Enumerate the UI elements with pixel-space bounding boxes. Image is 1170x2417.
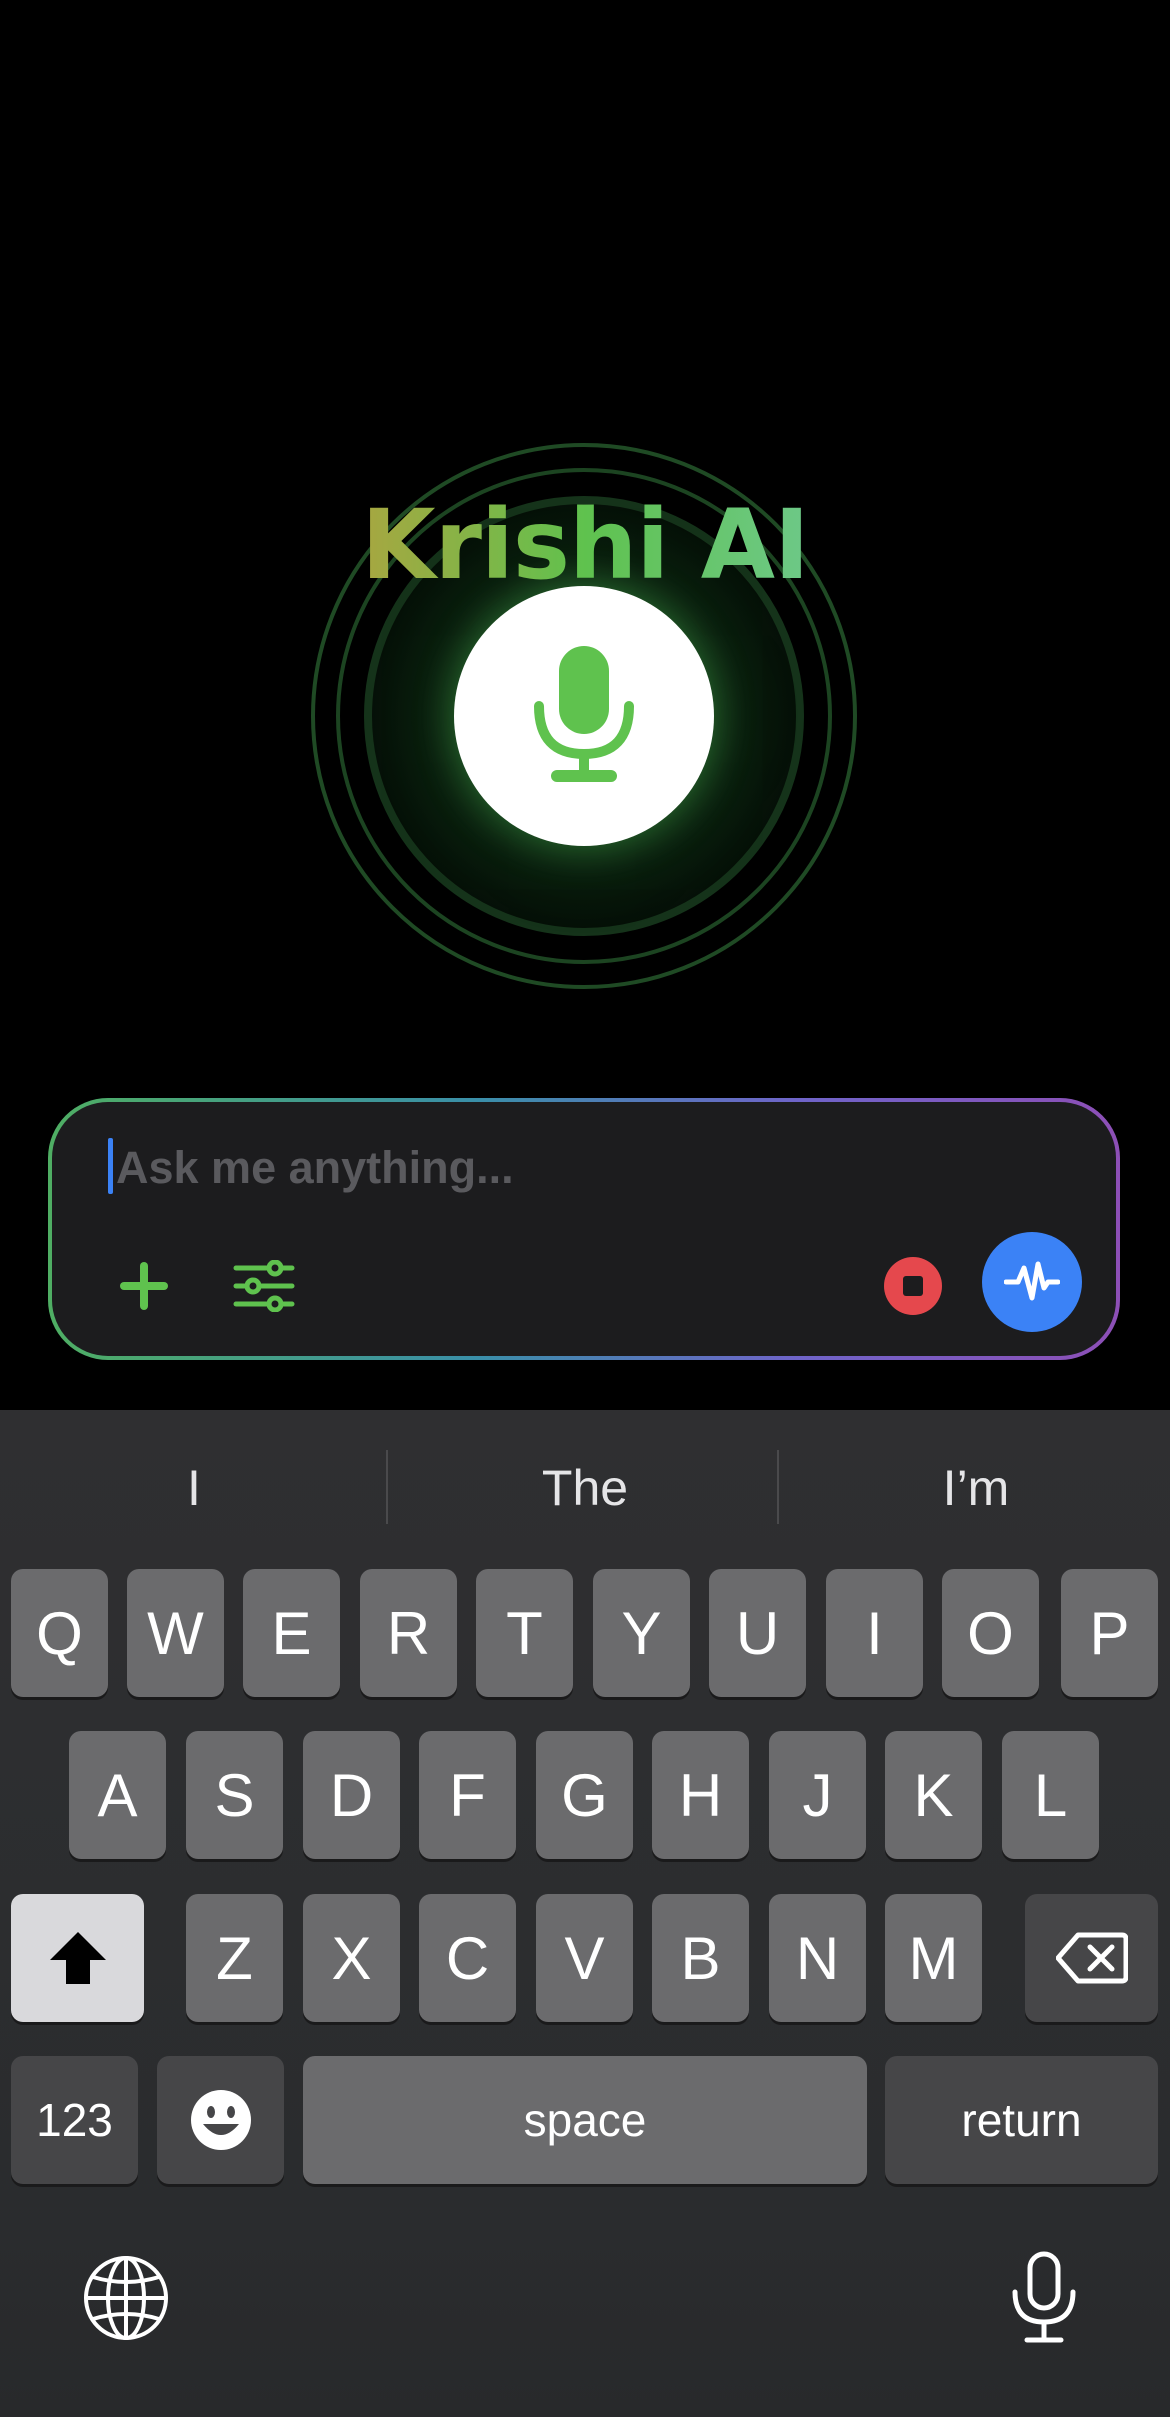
suggestion-item[interactable]: I’m xyxy=(782,1446,1170,1530)
suggestion-bar: I The I’m xyxy=(0,1410,1170,1564)
shift-key[interactable] xyxy=(11,1894,144,2022)
numbers-key[interactable]: 123 xyxy=(11,2056,138,2184)
suggestion-item[interactable]: I xyxy=(0,1446,388,1530)
key-j[interactable]: J xyxy=(769,1731,866,1859)
waveform-icon xyxy=(1004,1261,1060,1301)
key-w[interactable]: W xyxy=(127,1569,224,1697)
key-m[interactable]: M xyxy=(885,1894,982,2022)
key-f[interactable]: F xyxy=(419,1731,516,1859)
sliders-icon xyxy=(233,1260,295,1312)
return-key[interactable]: return xyxy=(885,2056,1158,2184)
voice-mic-button[interactable] xyxy=(454,586,714,846)
key-c[interactable]: C xyxy=(419,1894,516,2022)
key-i[interactable]: I xyxy=(826,1569,923,1697)
suggestion-divider xyxy=(777,1450,779,1524)
key-x[interactable]: X xyxy=(303,1894,400,2022)
dictation-button[interactable] xyxy=(1000,2246,1088,2350)
onscreen-keyboard: I The I’m Q W E R T Y U I O P A S D F G … xyxy=(0,1410,1170,2417)
key-s[interactable]: S xyxy=(186,1731,283,1859)
key-e[interactable]: E xyxy=(243,1569,340,1697)
emoji-icon xyxy=(190,2090,251,2150)
app-title: Krishi AI xyxy=(0,490,1170,600)
emoji-key[interactable] xyxy=(157,2056,284,2184)
text-caret xyxy=(108,1138,113,1194)
key-p[interactable]: P xyxy=(1061,1569,1158,1697)
voice-mode-button[interactable] xyxy=(982,1232,1082,1332)
space-key[interactable]: space xyxy=(303,2056,867,2184)
settings-button[interactable] xyxy=(228,1252,300,1320)
key-g[interactable]: G xyxy=(536,1731,633,1859)
add-attachment-button[interactable] xyxy=(112,1254,176,1318)
stop-icon xyxy=(903,1276,923,1296)
key-d[interactable]: D xyxy=(303,1731,400,1859)
key-u[interactable]: U xyxy=(709,1569,806,1697)
key-o[interactable]: O xyxy=(942,1569,1039,1697)
microphone-icon xyxy=(534,646,634,782)
globe-icon xyxy=(84,2256,168,2340)
prompt-input[interactable]: Ask me anything... xyxy=(52,1102,1116,1356)
key-h[interactable]: H xyxy=(652,1731,749,1859)
key-k[interactable]: K xyxy=(885,1731,982,1859)
key-z[interactable]: Z xyxy=(186,1894,283,2022)
key-y[interactable]: Y xyxy=(593,1569,690,1697)
key-l[interactable]: L xyxy=(1002,1731,1099,1859)
shift-icon xyxy=(49,1932,106,1984)
app-screen: Krishi AI Ask me anything... I The I’m Q… xyxy=(0,0,1170,2417)
key-t[interactable]: T xyxy=(476,1569,573,1697)
key-b[interactable]: B xyxy=(652,1894,749,2022)
key-n[interactable]: N xyxy=(769,1894,866,2022)
key-a[interactable]: A xyxy=(69,1731,166,1859)
key-v[interactable]: V xyxy=(536,1894,633,2022)
key-q[interactable]: Q xyxy=(11,1569,108,1697)
microphone-icon xyxy=(1012,2251,1076,2343)
plus-icon xyxy=(120,1262,168,1310)
delete-icon xyxy=(1055,1932,1128,1984)
globe-button[interactable] xyxy=(78,2250,174,2346)
key-r[interactable]: R xyxy=(360,1569,457,1697)
stop-button[interactable] xyxy=(884,1257,942,1315)
delete-key[interactable] xyxy=(1025,1894,1158,2022)
suggestion-divider xyxy=(386,1450,388,1524)
prompt-input-container: Ask me anything... xyxy=(48,1098,1120,1360)
suggestion-item[interactable]: The xyxy=(391,1446,779,1530)
prompt-placeholder: Ask me anything... xyxy=(116,1142,514,1193)
